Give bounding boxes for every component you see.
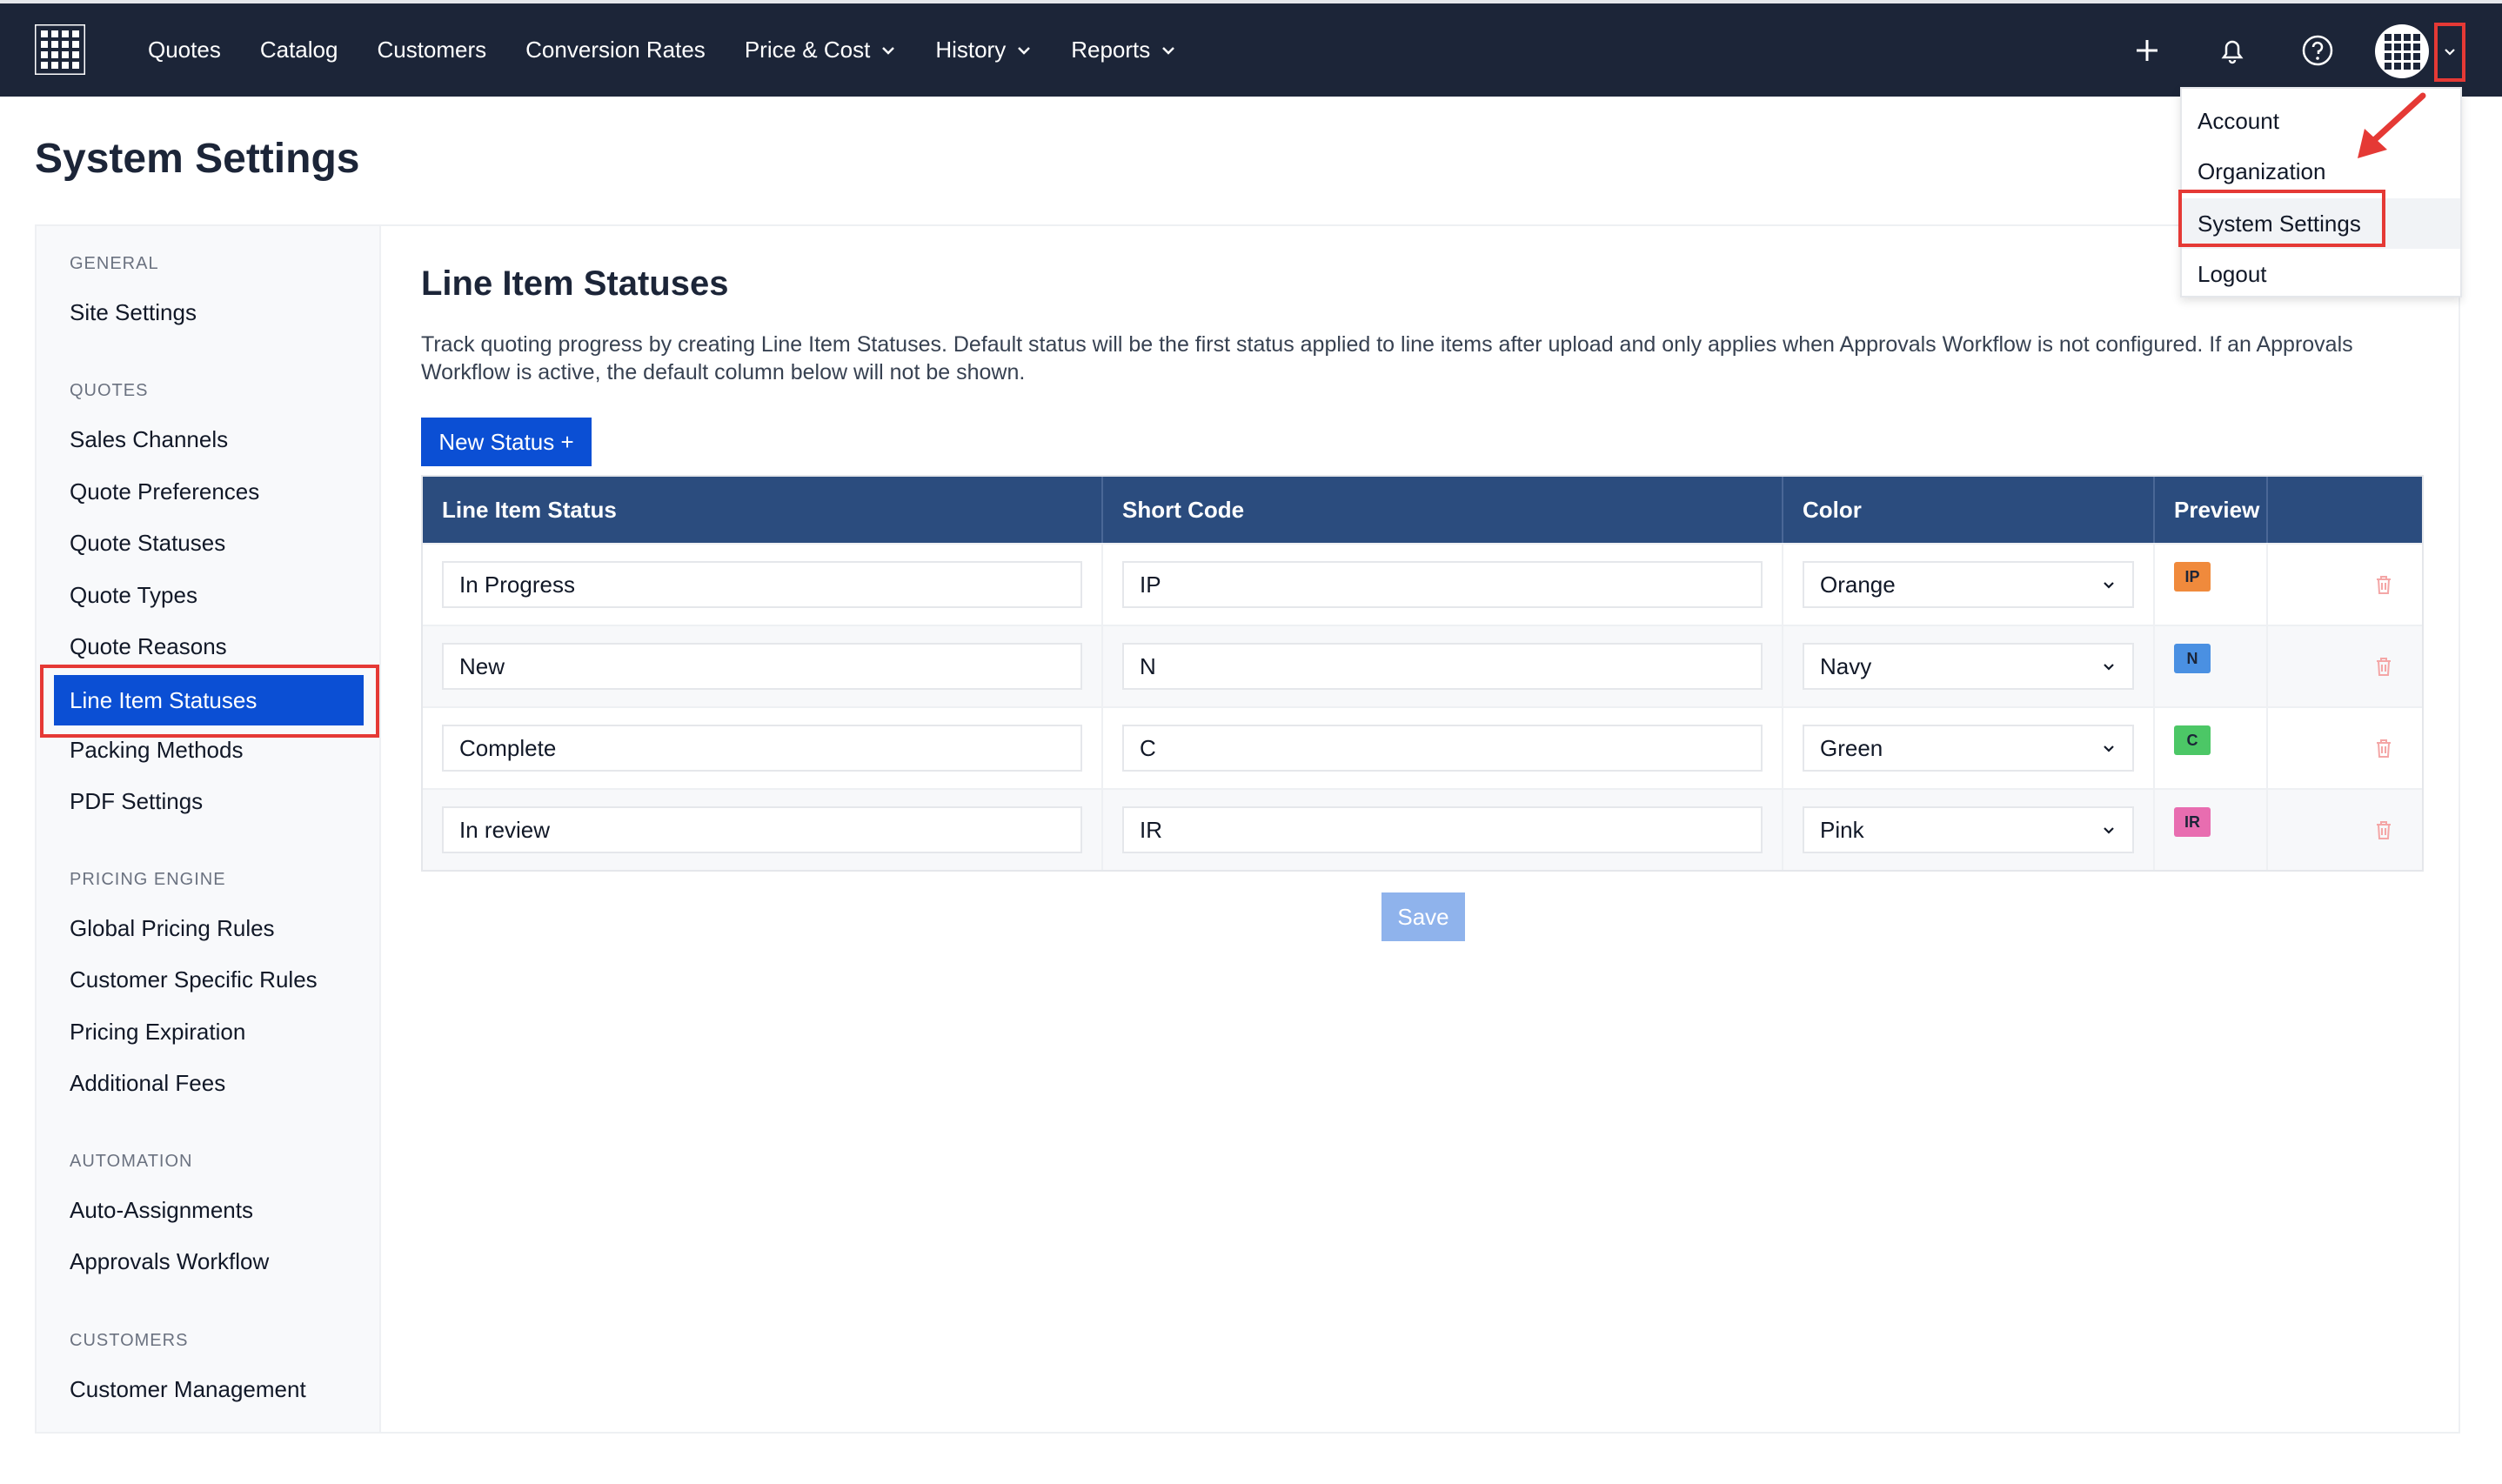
sidebar-item-packing-methods[interactable]: Packing Methods	[70, 737, 243, 764]
status-name-input[interactable]: Complete	[442, 725, 1082, 772]
sidebar-item-auto-assignments[interactable]: Auto-Assignments	[70, 1197, 253, 1224]
page-title: System Settings	[35, 136, 360, 182]
sidebar-item-customer-management[interactable]: Customer Management	[70, 1376, 306, 1403]
color-select-value: Orange	[1820, 571, 1896, 598]
sidebar-item-quote-reasons[interactable]: Quote Reasons	[70, 633, 227, 660]
color-select[interactable]: Orange	[1803, 561, 2134, 608]
chevron-down-icon	[2104, 745, 2114, 752]
column-header-color: Color	[1783, 477, 2155, 543]
menu-item-logout[interactable]: Logout	[2182, 249, 2460, 299]
nav-label: Customers	[377, 37, 487, 63]
short-code-input[interactable]: IP	[1122, 561, 1763, 608]
column-header-status: Line Item Status	[423, 477, 1103, 543]
sidebar-item-quote-statuses[interactable]: Quote Statuses	[70, 530, 225, 557]
top-navbar: Quotes Catalog Customers Conversion Rate…	[0, 0, 2502, 97]
table-row: New N Navy N	[423, 625, 2422, 706]
table-header: Line Item Status Short Code Color Previe…	[423, 477, 2422, 543]
nav-catalog[interactable]: Catalog	[260, 37, 338, 64]
color-select-value: Green	[1820, 734, 1883, 761]
settings-sidebar: GENERAL Site Settings QUOTES Sales Chann…	[37, 226, 381, 1432]
trash-icon[interactable]	[2371, 735, 2397, 761]
nav-customers[interactable]: Customers	[377, 37, 486, 64]
nav-history[interactable]: History	[935, 37, 1032, 64]
chevron-down-icon	[2104, 582, 2114, 589]
color-select[interactable]: Pink	[1803, 806, 2134, 853]
sidebar-item-pdf-settings[interactable]: PDF Settings	[70, 788, 203, 815]
nav-quotes[interactable]: Quotes	[148, 37, 221, 64]
sidebar-section-automation: AUTOMATION	[70, 1152, 193, 1171]
save-button[interactable]: Save	[1381, 892, 1465, 941]
sidebar-item-approvals-workflow[interactable]: Approvals Workflow	[70, 1248, 269, 1275]
nav-label: Price & Cost	[744, 37, 871, 63]
nav-label: History	[935, 37, 1007, 63]
preview-badge: IR	[2174, 807, 2211, 837]
trash-icon[interactable]	[2371, 817, 2397, 843]
short-code-input[interactable]: N	[1122, 643, 1763, 690]
status-name-input[interactable]: In review	[442, 806, 1082, 853]
settings-card: GENERAL Site Settings QUOTES Sales Chann…	[35, 224, 2460, 1434]
preview-badge: N	[2174, 644, 2211, 673]
sidebar-item-pricing-expiration[interactable]: Pricing Expiration	[70, 1019, 245, 1046]
trash-icon[interactable]	[2371, 653, 2397, 679]
sidebar-section-general: GENERAL	[70, 254, 159, 273]
sidebar-item-quote-types[interactable]: Quote Types	[70, 582, 197, 609]
plus-icon[interactable]	[2130, 33, 2164, 68]
nav-label: Conversion Rates	[525, 37, 706, 63]
sidebar-section-customers: CUSTOMERS	[70, 1331, 189, 1350]
status-name-input[interactable]: In Progress	[442, 561, 1082, 608]
annotation-arrow-icon	[2358, 92, 2426, 158]
avatar-grid-icon	[2385, 34, 2420, 70]
color-select[interactable]: Green	[1803, 725, 2134, 772]
nav-price-cost[interactable]: Price & Cost	[745, 37, 897, 64]
color-select[interactable]: Navy	[1803, 643, 2134, 690]
nav-reports[interactable]: Reports	[1071, 37, 1176, 64]
chevron-down-icon	[1162, 46, 1175, 55]
sidebar-item-additional-fees[interactable]: Additional Fees	[70, 1070, 225, 1097]
column-header-actions	[2268, 477, 2422, 543]
column-header-short-code: Short Code	[1103, 477, 1783, 543]
sidebar-section-quotes: QUOTES	[70, 381, 149, 400]
grid-logo-icon[interactable]	[35, 24, 85, 75]
table-row: In Progress IP Orange IP	[423, 543, 2422, 625]
preview-badge: IP	[2174, 562, 2211, 592]
bell-icon[interactable]	[2215, 33, 2250, 68]
short-code-input[interactable]: IR	[1122, 806, 1763, 853]
short-code-input[interactable]: C	[1122, 725, 1763, 772]
color-select-value: Pink	[1820, 816, 1864, 843]
sidebar-item-global-pricing-rules[interactable]: Global Pricing Rules	[70, 915, 275, 942]
trash-icon[interactable]	[2371, 572, 2397, 598]
section-title: Line Item Statuses	[421, 264, 729, 303]
sidebar-item-quote-preferences[interactable]: Quote Preferences	[70, 478, 259, 505]
nav-label: Reports	[1071, 37, 1151, 63]
annotation-highlight-menu	[2178, 190, 2385, 247]
chevron-down-icon	[2104, 664, 2114, 671]
section-description: Track quoting progress by creating Line …	[421, 332, 2353, 384]
sidebar-item-sales-channels[interactable]: Sales Channels	[70, 426, 228, 453]
chevron-down-icon	[882, 46, 895, 55]
nav-conversion-rates[interactable]: Conversion Rates	[525, 37, 706, 64]
sidebar-item-customer-specific-rules[interactable]: Customer Specific Rules	[70, 966, 318, 993]
preview-badge: C	[2174, 725, 2211, 755]
sidebar-section-pricing-engine: PRICING ENGINE	[70, 870, 226, 889]
help-icon[interactable]	[2300, 33, 2335, 68]
column-header-preview: Preview	[2155, 477, 2268, 543]
color-select-value: Navy	[1820, 652, 1872, 679]
user-menu-toggle[interactable]	[2434, 23, 2465, 82]
new-status-button[interactable]: New Status +	[421, 418, 592, 466]
table-row: In review IR Pink IR	[423, 788, 2422, 870]
chevron-down-icon	[2445, 49, 2455, 56]
chevron-down-icon	[2104, 827, 2114, 834]
sidebar-item-site-settings[interactable]: Site Settings	[70, 299, 197, 326]
chevron-down-icon	[1018, 46, 1031, 55]
nav-label: Catalog	[259, 37, 338, 63]
status-table: Line Item Status Short Code Color Previe…	[421, 475, 2424, 872]
sidebar-item-line-item-statuses[interactable]: Line Item Statuses	[54, 675, 364, 725]
status-name-input[interactable]: New	[442, 643, 1082, 690]
table-row: Complete C Green C	[423, 706, 2422, 788]
nav-label: Quotes	[148, 37, 221, 63]
avatar[interactable]	[2375, 24, 2429, 78]
